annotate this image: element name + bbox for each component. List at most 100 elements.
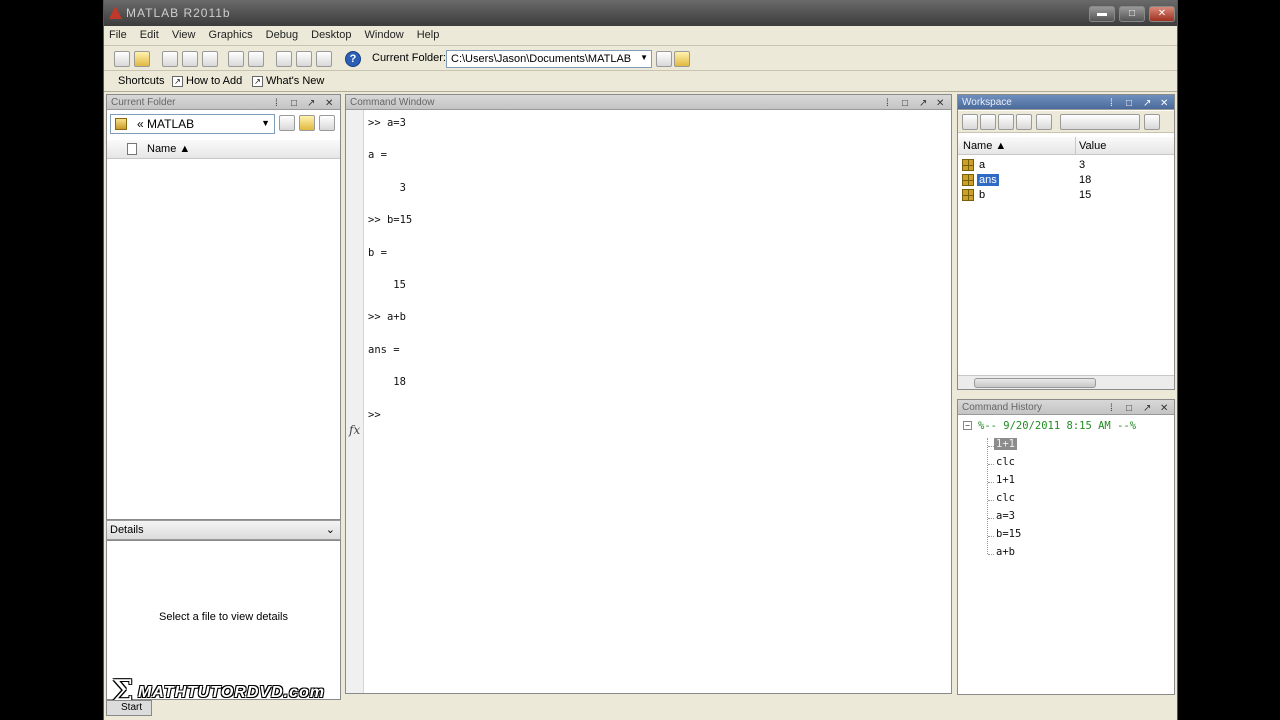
column-name[interactable]: Name ▲ bbox=[963, 140, 1006, 152]
function-browser-icon[interactable]: fx bbox=[349, 423, 360, 437]
chevron-down-icon[interactable] bbox=[1144, 114, 1160, 130]
matrix-variable-icon bbox=[962, 159, 974, 171]
new-folder-icon[interactable] bbox=[299, 115, 315, 131]
workspace-horizontal-scrollbar[interactable] bbox=[958, 375, 1174, 389]
matlab-window: MATLAB R2011b ▬ □ ✕ File Edit View Graph… bbox=[103, 0, 1178, 720]
history-item[interactable]: a+b bbox=[994, 546, 1017, 558]
shortcuts-link[interactable]: Shortcuts bbox=[118, 75, 164, 87]
help-icon[interactable]: ? bbox=[345, 51, 361, 67]
file-type-icon bbox=[127, 143, 137, 155]
profiler-icon[interactable] bbox=[316, 51, 332, 67]
column-divider[interactable] bbox=[1075, 137, 1076, 155]
panel-menu-icon[interactable]: ⁞ bbox=[275, 96, 278, 111]
delete-icon[interactable] bbox=[1036, 114, 1052, 130]
current-folder-panel: Current Folder ⁞ □ ↗ ✕ « MATLAB ▼ Name ▲ bbox=[106, 94, 341, 520]
panel-close-icon[interactable]: ✕ bbox=[1160, 401, 1168, 416]
save-icon[interactable] bbox=[1016, 114, 1032, 130]
current-folder-title: Current Folder ⁞ □ ↗ ✕ bbox=[107, 95, 340, 110]
panel-menu-icon[interactable]: ⁞ bbox=[1110, 96, 1113, 111]
chevron-down-icon[interactable]: ▼ bbox=[261, 118, 270, 128]
shortcut-add-icon: ↗ bbox=[252, 76, 263, 87]
panel-undock-icon[interactable]: ↗ bbox=[1143, 401, 1151, 416]
panel-undock-icon[interactable]: ↗ bbox=[1143, 96, 1151, 111]
workspace-toolbar bbox=[958, 111, 1174, 133]
panel-maximize-icon[interactable]: □ bbox=[1126, 401, 1132, 416]
command-window-panel[interactable]: Command Window ⁞ □ ↗ ✕ fx >> a=3 a = 3 >… bbox=[345, 94, 952, 694]
command-history-title-text: Command History bbox=[962, 402, 1043, 413]
panel-maximize-icon[interactable]: □ bbox=[1126, 96, 1132, 111]
collapse-icon[interactable]: − bbox=[963, 421, 972, 430]
current-folder-title-text: Current Folder bbox=[111, 97, 176, 108]
panel-close-icon[interactable]: ✕ bbox=[936, 96, 944, 111]
menu-desktop[interactable]: Desktop bbox=[306, 26, 356, 44]
menu-graphics[interactable]: Graphics bbox=[204, 26, 258, 44]
history-session-label: %-- 9/20/2011 8:15 AM --% bbox=[978, 420, 1137, 432]
undo-icon[interactable] bbox=[228, 51, 244, 67]
column-name[interactable]: Name ▲ bbox=[147, 143, 190, 155]
chevron-down-icon[interactable]: ▼ bbox=[640, 53, 648, 62]
paste-icon[interactable] bbox=[202, 51, 218, 67]
gear-icon[interactable] bbox=[319, 115, 335, 131]
history-item[interactable]: b=15 bbox=[994, 528, 1023, 540]
search-icon[interactable] bbox=[279, 115, 295, 131]
history-session[interactable]: − %-- 9/20/2011 8:15 AM --% bbox=[963, 420, 1136, 432]
history-item[interactable]: clc bbox=[994, 456, 1017, 468]
matlab-logo-icon bbox=[109, 6, 122, 19]
menu-file[interactable]: File bbox=[104, 26, 132, 44]
whats-new-link[interactable]: What's New bbox=[266, 75, 324, 87]
how-to-add-link[interactable]: How to Add bbox=[186, 75, 242, 87]
panel-menu-icon[interactable]: ⁞ bbox=[886, 96, 889, 111]
simulink-icon[interactable] bbox=[276, 51, 292, 67]
go-up-folder-icon[interactable] bbox=[674, 51, 690, 67]
copy-icon[interactable] bbox=[182, 51, 198, 67]
workspace-row[interactable]: ans 18 bbox=[958, 173, 1174, 188]
cut-icon[interactable] bbox=[162, 51, 178, 67]
menu-window[interactable]: Window bbox=[360, 26, 409, 44]
history-item[interactable]: 1+1 bbox=[994, 474, 1017, 486]
close-button[interactable]: ✕ bbox=[1149, 6, 1175, 22]
menu-edit[interactable]: Edit bbox=[135, 26, 164, 44]
history-item[interactable]: clc bbox=[994, 492, 1017, 504]
current-folder-field[interactable]: C:\Users\Jason\Documents\MATLAB ▼ bbox=[446, 50, 652, 68]
panel-menu-icon[interactable]: ⁞ bbox=[1110, 401, 1113, 416]
start-button[interactable]: Start bbox=[106, 700, 152, 716]
guide-icon[interactable] bbox=[296, 51, 312, 67]
panel-close-icon[interactable]: ✕ bbox=[325, 96, 333, 111]
browse-folder-icon[interactable] bbox=[656, 51, 672, 67]
new-variable-icon[interactable] bbox=[962, 114, 978, 130]
chevron-down-icon[interactable]: ⌄ bbox=[326, 523, 335, 536]
menu-view[interactable]: View bbox=[167, 26, 201, 44]
folder-path-dropdown[interactable]: « MATLAB ▼ bbox=[110, 114, 275, 134]
title-bar: MATLAB R2011b ▬ □ ✕ bbox=[104, 0, 1177, 26]
column-value[interactable]: Value bbox=[1079, 140, 1106, 152]
minimize-button[interactable]: ▬ bbox=[1089, 6, 1115, 22]
details-toggle[interactable]: Details ⌄ bbox=[106, 520, 341, 540]
command-output[interactable]: >> a=3 a = 3 >> b=15 b = 15 >> a+b ans =… bbox=[368, 115, 412, 423]
plot-selector-button[interactable] bbox=[1060, 114, 1140, 130]
menu-debug[interactable]: Debug bbox=[261, 26, 303, 44]
panel-maximize-icon[interactable]: □ bbox=[291, 96, 297, 111]
scrollbar-thumb[interactable] bbox=[974, 378, 1096, 388]
panel-undock-icon[interactable]: ↗ bbox=[919, 96, 927, 111]
open-file-icon[interactable] bbox=[134, 51, 150, 67]
history-item[interactable]: a=3 bbox=[994, 510, 1017, 522]
open-variable-icon[interactable] bbox=[980, 114, 996, 130]
menu-help[interactable]: Help bbox=[412, 26, 445, 44]
maximize-button[interactable]: □ bbox=[1119, 6, 1145, 22]
workspace-panel: Workspace ⁞ □ ↗ ✕ Name ▲ Value a 3 ans 1… bbox=[957, 94, 1175, 390]
redo-icon[interactable] bbox=[248, 51, 264, 67]
history-item[interactable]: 1+1 bbox=[994, 438, 1017, 450]
new-file-icon[interactable] bbox=[114, 51, 130, 67]
import-data-icon[interactable] bbox=[998, 114, 1014, 130]
panel-undock-icon[interactable]: ↗ bbox=[307, 96, 315, 111]
current-folder-path: C:\Users\Jason\Documents\MATLAB bbox=[451, 53, 632, 65]
panel-close-icon[interactable]: ✕ bbox=[1160, 96, 1168, 111]
details-message: Select a file to view details bbox=[158, 611, 288, 623]
panel-maximize-icon[interactable]: □ bbox=[902, 96, 908, 111]
variable-name: a bbox=[979, 159, 986, 171]
watermark-brand: MATHTUTORDVD.com bbox=[138, 684, 325, 701]
window-title: MATLAB R2011b bbox=[126, 6, 231, 20]
menu-bar: File Edit View Graphics Debug Desktop Wi… bbox=[104, 26, 1177, 46]
workspace-row[interactable]: a 3 bbox=[958, 158, 1174, 173]
workspace-row[interactable]: b 15 bbox=[958, 188, 1174, 203]
